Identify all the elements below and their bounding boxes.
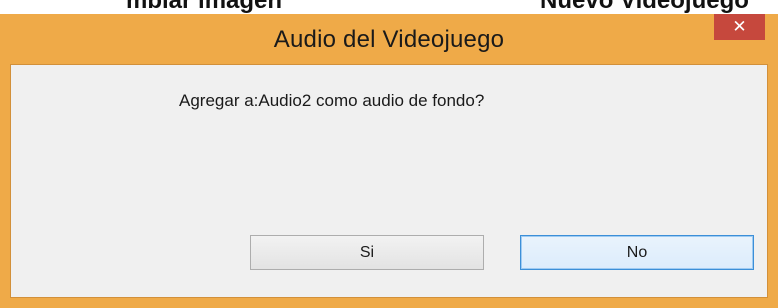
background-label-right: Nuevo Videojuego (540, 0, 749, 14)
window-title: Audio del Videojuego (273, 26, 505, 53)
dialog-body: Agregar a:Audio2 como audio de fondo? Si… (10, 64, 768, 298)
dialog-window: Audio del Videojuego ✕ Agregar a:Audio2 … (0, 14, 778, 308)
yes-button[interactable]: Si (250, 235, 484, 270)
close-icon: ✕ (732, 17, 747, 37)
title-bar[interactable]: Audio del Videojuego ✕ (0, 14, 778, 64)
dialog-message: Agregar a:Audio2 como audio de fondo? (179, 91, 485, 110)
no-button[interactable]: No (520, 235, 754, 270)
background-label-left: mbiar imagen (126, 0, 283, 14)
background-window-clip: mbiar imagen Nuevo Videojuego (0, 0, 778, 14)
close-button[interactable]: ✕ (714, 14, 765, 40)
